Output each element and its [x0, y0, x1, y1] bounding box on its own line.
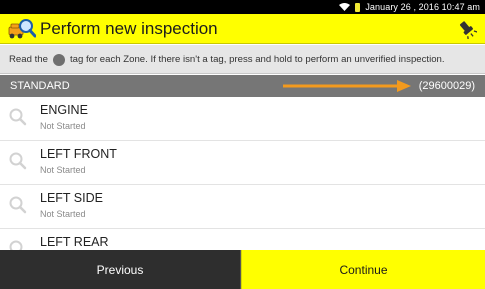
zone-list: ENGINE Not Started LEFT FRONT Not Starte… — [0, 97, 485, 250]
zone-row-engine[interactable]: ENGINE Not Started — [0, 97, 485, 141]
zone-status: Not Started — [40, 209, 86, 219]
status-bar: January 26 , 2016 10:47 am — [0, 0, 485, 14]
search-icon — [9, 196, 27, 214]
inspection-app-icon — [8, 18, 36, 38]
zone-name: ENGINE — [40, 103, 88, 117]
zone-row-left-front[interactable]: LEFT FRONT Not Started — [0, 141, 485, 185]
battery-icon — [355, 2, 361, 12]
instruction-text: Read the tag for each Zone. If there isn… — [0, 45, 485, 74]
search-icon — [9, 240, 23, 250]
flashlight-icon[interactable] — [457, 19, 477, 39]
section-code: (29600029) — [418, 80, 475, 92]
zone-name: LEFT FRONT — [40, 147, 117, 161]
instruction-part1: Read the — [9, 53, 48, 65]
zone-name: LEFT SIDE — [40, 191, 103, 205]
zone-status: Not Started — [40, 165, 86, 175]
search-icon — [9, 108, 27, 126]
search-icon — [9, 152, 27, 170]
instruction-part2: tag for each Zone. If there isn't a tag,… — [69, 53, 445, 65]
continue-button[interactable]: Continue — [241, 250, 485, 289]
zone-row-left-side[interactable]: LEFT SIDE Not Started — [0, 185, 485, 229]
previous-button[interactable]: Previous — [0, 250, 241, 289]
orange-arrow-icon — [283, 80, 411, 92]
wifi-icon — [339, 3, 351, 11]
bottom-action-bar: Previous Continue — [0, 250, 485, 289]
zone-status: Not Started — [40, 121, 86, 131]
section-header: STANDARD (29600029) — [0, 75, 485, 97]
section-label: STANDARD — [10, 80, 70, 92]
zone-tag-icon — [52, 54, 65, 66]
status-datetime: January 26 , 2016 10:47 am — [365, 2, 480, 12]
page-title: Perform new inspection — [40, 18, 218, 38]
zone-row-left-rear[interactable]: LEFT REAR — [0, 229, 485, 250]
zone-name: LEFT REAR — [40, 235, 109, 249]
app-header: Perform new inspection — [0, 14, 485, 44]
